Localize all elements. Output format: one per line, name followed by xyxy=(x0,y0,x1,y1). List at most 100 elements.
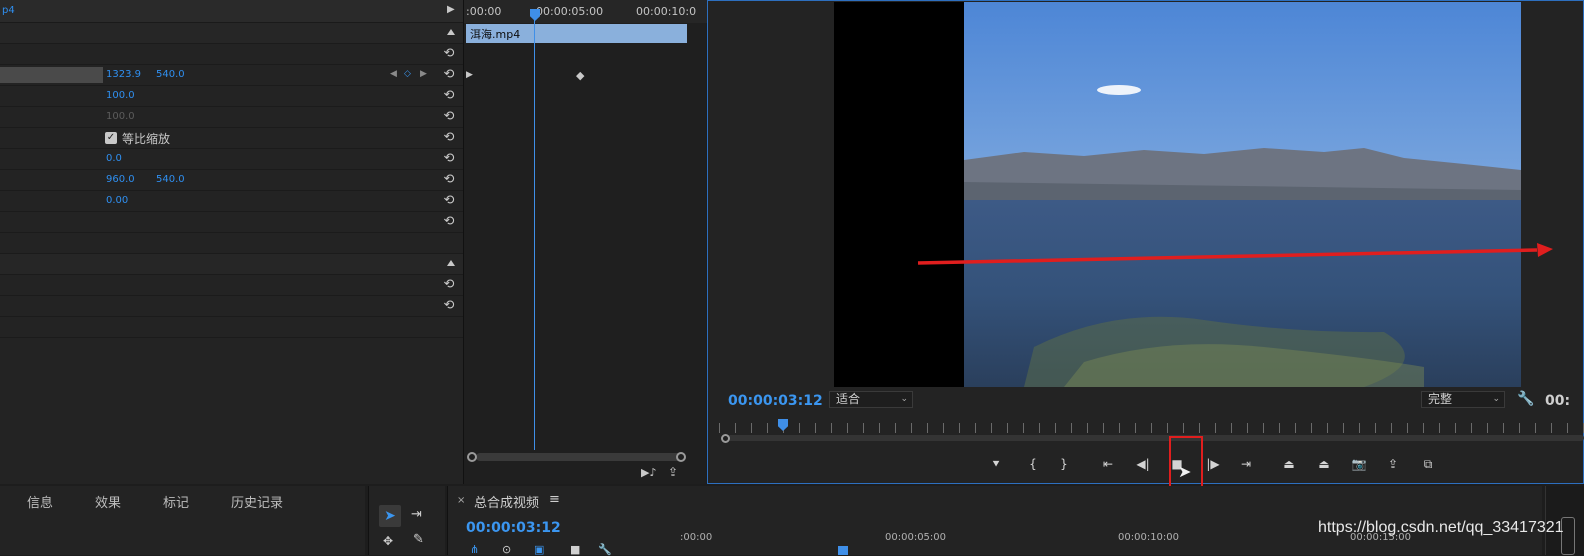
selection-tool-icon[interactable]: ➤ xyxy=(379,505,401,527)
timeline-scrollbar[interactable] xyxy=(476,453,686,461)
red-arrow-annotation xyxy=(917,243,1553,265)
reset-icon[interactable]: ⟲ xyxy=(441,172,457,188)
effect-row: ⟲ xyxy=(0,44,463,65)
effect-row xyxy=(0,317,463,338)
tab-markers[interactable]: 标记 xyxy=(163,492,189,511)
scroll-handle-left[interactable] xyxy=(467,452,477,462)
mark-out-icon[interactable]: } xyxy=(1055,456,1073,472)
anchor-y-value[interactable]: 540.0 xyxy=(156,174,185,185)
effect-row: ⟲ xyxy=(0,275,463,296)
antiflicker-value[interactable]: 0.00 xyxy=(106,195,128,206)
camera-icon[interactable]: 📷 xyxy=(1350,456,1368,472)
compare-view-icon[interactable]: ⧉ xyxy=(1419,456,1437,472)
cursor-icon: ➤ xyxy=(1178,462,1192,481)
collapse-icon[interactable] xyxy=(447,29,455,35)
export-icon[interactable]: ⇪ xyxy=(668,465,678,479)
video-letterbox xyxy=(834,2,964,387)
reset-icon[interactable]: ⟲ xyxy=(441,46,457,62)
timeline-ruler[interactable]: :00:00 00:00:05:00 00:00:10:0 xyxy=(464,0,707,23)
collapse-icon[interactable] xyxy=(447,260,455,266)
tools-panel: ➤ ⇥ ✥ ✎ xyxy=(368,486,445,555)
reset-icon[interactable]: ⟲ xyxy=(441,298,457,314)
anchor-x-value[interactable]: 960.0 xyxy=(106,174,135,185)
wrench-icon[interactable]: 🔧 xyxy=(1517,391,1534,407)
go-to-out-icon[interactable]: ⇥ xyxy=(1237,456,1255,472)
effect-timeline: :00:00 00:00:05:00 00:00:10:0 洱海.mp4 ▶ ◆… xyxy=(463,0,707,484)
add-keyframe-icon[interactable]: ◇ xyxy=(404,69,411,79)
keyframe-arrow-icon: ▶ xyxy=(466,70,473,80)
track-select-tool-icon[interactable]: ⇥ xyxy=(411,507,422,522)
scrub-ruler[interactable] xyxy=(719,423,1584,433)
clip-name: 洱海.mp4 xyxy=(470,28,521,41)
end-timecode: 00: xyxy=(1545,393,1571,409)
ripple-edit-tool-icon[interactable]: ✥ xyxy=(383,534,393,548)
lift-icon[interactable]: ⏏ xyxy=(1280,456,1298,472)
position-y-value[interactable]: 540.0 xyxy=(156,69,185,80)
program-timecode[interactable]: 00:00:03:12 xyxy=(728,393,823,409)
go-to-in-icon[interactable]: ⇤ xyxy=(1099,456,1117,472)
sequence-timecode[interactable]: 00:00:03:12 xyxy=(466,520,561,536)
playhead-icon[interactable] xyxy=(530,9,540,21)
keyframe-diamond-icon[interactable]: ◆ xyxy=(576,69,584,82)
close-icon[interactable]: × xyxy=(457,495,465,506)
sequence-title[interactable]: 总合成视频 xyxy=(474,492,539,511)
seq-ruler-label: :00:00 xyxy=(680,532,713,543)
effect-row-header xyxy=(0,254,463,275)
uniform-scale-checkbox[interactable]: ✓ xyxy=(105,132,117,144)
reset-icon[interactable]: ⟲ xyxy=(441,151,457,167)
sequence-playhead-icon[interactable] xyxy=(838,546,848,555)
zoom-handle[interactable] xyxy=(721,434,730,443)
add-marker-seq-icon[interactable]: ▣ xyxy=(534,543,544,556)
linked-icon[interactable]: ⊙ xyxy=(502,543,511,556)
reset-icon[interactable]: ⟲ xyxy=(441,130,457,146)
step-back-icon[interactable]: ◀| xyxy=(1134,456,1152,472)
zoom-scrollbar[interactable] xyxy=(727,435,1584,441)
effect-controls-header: p4 ▶ xyxy=(0,0,463,23)
tab-info[interactable]: 信息 xyxy=(27,492,53,511)
reset-icon[interactable]: ⟲ xyxy=(441,88,457,104)
menu-icon[interactable]: ≡ xyxy=(549,492,560,507)
scale-value[interactable]: 100.0 xyxy=(106,90,135,101)
razor-tool-icon[interactable]: ✎ xyxy=(413,532,424,547)
mark-in-icon[interactable]: { xyxy=(1024,456,1042,472)
effect-row-uniform-scale: ✓ 等比缩放 ⟲ xyxy=(0,128,463,149)
effect-row xyxy=(0,233,463,254)
ruler-label: :00:00 xyxy=(466,5,502,18)
effect-row-scale-width: 100.0 ⟲ xyxy=(0,107,463,128)
effect-row-header xyxy=(0,23,463,44)
extract-icon[interactable]: ⏏ xyxy=(1315,456,1333,472)
reset-icon[interactable]: ⟲ xyxy=(441,109,457,125)
watermark: https://blog.csdn.net/qq_33417321 xyxy=(1318,519,1564,536)
clip-bar[interactable]: 洱海.mp4 xyxy=(466,24,687,43)
marker-seq-icon[interactable]: ■ xyxy=(570,543,580,556)
effect-row: ⟲ xyxy=(0,212,463,233)
add-marker-icon[interactable]: ⯆ xyxy=(987,456,1005,472)
rotation-value[interactable]: 0.0 xyxy=(106,153,122,164)
quality-label: 完整 xyxy=(1428,392,1453,406)
fit-dropdown[interactable]: 适合 ⌄ xyxy=(829,391,913,408)
reset-icon[interactable]: ⟲ xyxy=(441,193,457,209)
panel-expand-icon[interactable]: ▶ xyxy=(447,4,455,15)
play-audio-icon[interactable]: ▶♪ xyxy=(641,466,656,479)
tab-history[interactable]: 历史记录 xyxy=(231,492,283,511)
reset-icon[interactable]: ⟲ xyxy=(441,67,457,83)
export-frame-icon[interactable]: ⇪ xyxy=(1384,456,1402,472)
chevron-down-icon: ⌄ xyxy=(1492,394,1500,404)
effect-row: ⟲ xyxy=(0,296,463,317)
snap-icon[interactable]: ⋔ xyxy=(470,543,479,556)
quality-dropdown[interactable]: 完整 ⌄ xyxy=(1421,391,1505,408)
lake-scene xyxy=(964,2,1521,387)
prev-keyframe-icon[interactable]: ◀ xyxy=(390,69,397,79)
scroll-handle-right[interactable] xyxy=(676,452,686,462)
step-forward-icon[interactable]: |▶ xyxy=(1204,456,1222,472)
position-x-value[interactable]: 1323.9 xyxy=(106,69,141,80)
effect-row-scale: 100.0 ⟲ xyxy=(0,86,463,107)
source-clip-tab[interactable]: p4 xyxy=(2,5,15,16)
tab-effects[interactable]: 效果 xyxy=(95,492,121,511)
uniform-scale-label: 等比缩放 xyxy=(122,132,171,146)
next-keyframe-icon[interactable]: ▶ xyxy=(420,69,427,79)
settings-wrench-icon[interactable]: 🔧 xyxy=(598,543,612,556)
chevron-down-icon: ⌄ xyxy=(900,394,908,404)
reset-icon[interactable]: ⟲ xyxy=(441,277,457,293)
reset-icon[interactable]: ⟲ xyxy=(441,214,457,230)
